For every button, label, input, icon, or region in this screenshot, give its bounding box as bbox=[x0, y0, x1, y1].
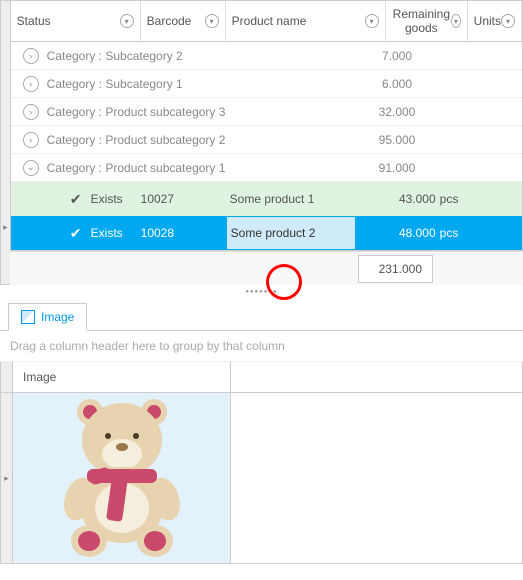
chevron-right-icon[interactable]: › bbox=[23, 104, 39, 120]
group-row[interactable]: › Category : Product subcategory 295.000 bbox=[11, 126, 522, 154]
group-total: 7.000 bbox=[332, 49, 462, 63]
chevron-right-icon[interactable]: › bbox=[23, 76, 39, 92]
detail-tab-bar: Image bbox=[0, 299, 523, 331]
filter-icon[interactable]: ▾ bbox=[451, 14, 461, 28]
group-label: Category : Subcategory 2 bbox=[47, 49, 332, 63]
cell-units: pcs bbox=[436, 226, 496, 240]
cell-product-editing[interactable]: Some product 2 bbox=[226, 216, 356, 250]
group-label: Category : Subcategory 1 bbox=[47, 77, 332, 91]
filter-icon[interactable]: ▾ bbox=[501, 14, 515, 28]
detail-header-row: Image bbox=[0, 362, 523, 393]
filter-icon[interactable]: ▾ bbox=[365, 14, 379, 28]
group-label: Category : Product subcategory 1 bbox=[47, 161, 332, 175]
col-header-status[interactable]: Status ▾ bbox=[11, 1, 141, 41]
tab-label: Image bbox=[41, 310, 74, 324]
tab-image[interactable]: Image bbox=[8, 303, 87, 331]
cell-status: Exists bbox=[91, 192, 141, 206]
checkmark-icon: ✔ bbox=[61, 225, 91, 242]
grand-total: 231.000 bbox=[358, 255, 433, 283]
cell-status: Exists bbox=[91, 226, 141, 240]
col-label: Status bbox=[17, 14, 51, 28]
row-selector-gutter: ▸ bbox=[1, 393, 13, 563]
group-row[interactable]: › Category : Product subcategory 332.000 bbox=[11, 98, 522, 126]
table-row-selected[interactable]: ✔ Exists 10028 Some product 2 48.000 pcs bbox=[11, 216, 522, 250]
col-label: Remaining goods bbox=[392, 7, 451, 35]
col-header-units[interactable]: Units▾ bbox=[468, 1, 522, 41]
col-label: Product name bbox=[232, 14, 307, 28]
cell-remaining: 43.000 bbox=[356, 192, 436, 206]
col-header-image[interactable]: Image bbox=[13, 362, 231, 392]
group-label: Category : Product subcategory 2 bbox=[47, 133, 332, 147]
cell-barcode: 10027 bbox=[141, 192, 226, 206]
row-selector-gutter bbox=[1, 362, 13, 392]
group-label: Category : Product subcategory 3 bbox=[47, 105, 332, 119]
grip-icon: ●●●●●●● bbox=[245, 289, 277, 295]
col-label: Barcode bbox=[147, 14, 192, 28]
detail-body: ▸ bbox=[0, 393, 523, 564]
filter-icon[interactable]: ▾ bbox=[205, 14, 219, 28]
cell-remaining: 48.000 bbox=[356, 226, 436, 240]
col-header-product[interactable]: Product name ▾ bbox=[226, 1, 386, 41]
cell-barcode: 10028 bbox=[141, 226, 226, 240]
chevron-right-icon[interactable]: › bbox=[23, 132, 39, 148]
group-row[interactable]: › Category : Subcategory 16.000 bbox=[11, 70, 522, 98]
cell-units: pcs bbox=[436, 192, 496, 206]
product-image-teddy-bear bbox=[47, 399, 197, 557]
chevron-right-icon[interactable]: › bbox=[23, 48, 39, 64]
filter-icon[interactable]: ▾ bbox=[120, 14, 134, 28]
col-header-barcode[interactable]: Barcode ▾ bbox=[141, 1, 226, 41]
image-cell[interactable] bbox=[13, 393, 231, 563]
col-label: Units bbox=[474, 14, 501, 28]
group-total: 6.000 bbox=[332, 77, 462, 91]
checkmark-icon: ✔ bbox=[61, 191, 91, 208]
group-total: 95.000 bbox=[332, 133, 462, 147]
header-row: Status ▾ Barcode ▾ Product name ▾ Remaining… bbox=[11, 1, 522, 42]
group-row[interactable]: ⌄ Category : Product subcategory 191.000 bbox=[11, 154, 522, 182]
splitter-horizontal[interactable]: ●●●●●●● bbox=[0, 285, 523, 299]
cell-product: Some product 1 bbox=[226, 192, 356, 206]
main-grid: Status ▾ Barcode ▾ Product name ▾ Remaining… bbox=[10, 0, 523, 251]
group-row[interactable]: › Category : Subcategory 27.000 bbox=[11, 42, 522, 70]
group-total: 32.000 bbox=[332, 105, 462, 119]
row-selector-gutter: ▸ bbox=[0, 0, 10, 285]
col-header-remaining[interactable]: Remaining goods▾ bbox=[386, 1, 468, 41]
image-icon bbox=[21, 310, 35, 324]
chevron-down-icon[interactable]: ⌄ bbox=[23, 160, 39, 176]
table-row[interactable]: ✔ Exists 10027 Some product 1 43.000 pcs bbox=[11, 182, 522, 216]
group-panel-hint[interactable]: Drag a column header here to group by th… bbox=[0, 331, 523, 362]
group-total: 91.000 bbox=[332, 161, 462, 175]
footer-row: 231.000 bbox=[10, 251, 523, 285]
